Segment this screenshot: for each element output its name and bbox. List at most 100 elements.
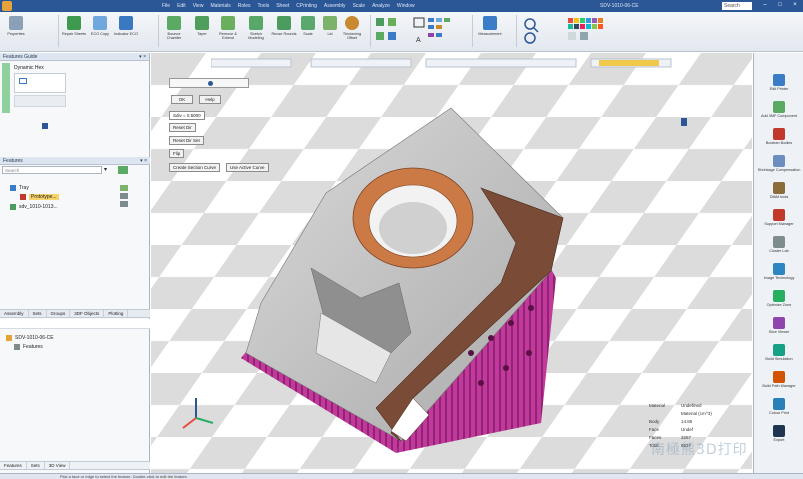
menu-scale[interactable]: Scale: [353, 3, 366, 9]
tree-item-tray[interactable]: Tray: [10, 185, 29, 191]
indicator-icon: [119, 16, 133, 30]
assembly-features[interactable]: Features: [14, 344, 43, 350]
add-3mf-button[interactable]: Add 3MF Component: [756, 100, 802, 122]
info-row: Face Undef: [649, 427, 694, 432]
bounce-chamfer-icon: [167, 16, 181, 30]
app-logo-icon: [2, 1, 12, 11]
scale-icon: [301, 16, 315, 30]
reuse-rounds-button[interactable]: Reuse Rounds: [271, 14, 297, 48]
right-tool-panel: Edit Printer Add 3MF Component Boolean B…: [753, 53, 803, 473]
view-toolbar[interactable]: [211, 58, 691, 68]
menu-sheet[interactable]: Sheet: [276, 3, 289, 9]
left-panel: Features Guide ▾ × Dynamic Hex Features ▾ …: [0, 53, 150, 473]
boolean-bodies-button[interactable]: Boolean Bodies: [756, 127, 802, 149]
tab-3df-objects[interactable]: 3DF Objects: [70, 310, 105, 317]
slider-track[interactable]: [169, 78, 249, 88]
stretch-modeling-button[interactable]: Stretch Modeling: [244, 14, 268, 48]
build-path-button[interactable]: Build Path Manager: [756, 370, 802, 392]
assembly-root[interactable]: SDV-1010-06-CE: [6, 335, 54, 341]
thickening-offset-button[interactable]: Thickening Offset: [340, 14, 364, 48]
edit-printer-button[interactable]: Edit Printer: [756, 73, 802, 95]
document-title: SDV-1010-06-CE: [600, 3, 639, 9]
menu-analyze[interactable]: Analyze: [372, 3, 390, 9]
filter-icon[interactable]: [118, 166, 128, 174]
add-component-icon: [773, 101, 785, 113]
colour-print-button[interactable]: Colour Print: [756, 397, 802, 419]
feature-search-input[interactable]: Search: [2, 166, 102, 174]
sdiv-input[interactable]: Sdiv = 0.5000: [169, 111, 205, 120]
tab-groups[interactable]: Groups: [47, 310, 71, 317]
flip-button[interactable]: Flip: [169, 149, 185, 158]
reset-dir-button[interactable]: Reset Dir: [169, 123, 196, 132]
quick-tools-grid[interactable]: A: [374, 16, 464, 46]
image-technology-button[interactable]: Image Technology: [756, 262, 802, 284]
dfam-button[interactable]: DfAM tools: [756, 181, 802, 203]
menu-file[interactable]: File: [162, 3, 170, 9]
slice-viewer-button[interactable]: Slice Viewer: [756, 316, 802, 338]
tree-item-sdv[interactable]: sdv_1010-1013...: [10, 204, 58, 210]
title-bar: File Edit View Materials Roles Tools She…: [0, 0, 803, 12]
lid-button[interactable]: Lid: [318, 14, 342, 48]
close-button[interactable]: ×: [789, 1, 801, 10]
menu-materials[interactable]: Materials: [210, 3, 230, 9]
remove-extend-button[interactable]: Remove & Extend: [216, 14, 240, 48]
properties-button[interactable]: Properties: [4, 14, 28, 48]
hex-icon: [19, 78, 27, 84]
search-input[interactable]: Search: [722, 2, 752, 10]
scale-button[interactable]: Scale: [296, 14, 320, 48]
ok-button[interactable]: OK: [171, 95, 193, 104]
taper-button[interactable]: Taper: [190, 14, 214, 48]
menu-tools[interactable]: Tools: [258, 3, 270, 9]
menu-assembly[interactable]: Assembly: [324, 3, 346, 9]
cluster-lab-button[interactable]: Cluster Lab: [756, 235, 802, 257]
help-button[interactable]: Help: [199, 95, 221, 104]
color-palette[interactable]: [566, 16, 616, 46]
tab-features[interactable]: Features: [0, 462, 27, 469]
folder-icon: [10, 185, 16, 191]
menu-view[interactable]: View: [193, 3, 204, 9]
support-manager-button[interactable]: Support Manager: [756, 208, 802, 230]
menu-printing[interactable]: CPrinting: [296, 3, 317, 9]
info-row: Body 14.85: [649, 419, 693, 424]
chevron-down-icon[interactable]: ▾: [104, 166, 112, 174]
tab-sets-bottom[interactable]: Sets: [27, 462, 45, 469]
tab-sets[interactable]: Sets: [29, 310, 47, 317]
3d-viewport[interactable]: OK Help Sdiv = 0.5000 Reset Dir Reset Di…: [151, 53, 752, 473]
tab-3d-view[interactable]: 3D View: [45, 462, 71, 469]
boolean-icon: [773, 128, 785, 140]
optimize-zone-button[interactable]: Optimize Zone: [756, 289, 802, 311]
image-icon: [773, 263, 785, 275]
menu-bar: File Edit View Materials Roles Tools She…: [162, 3, 415, 9]
tab-plotting[interactable]: Plotting: [104, 310, 129, 317]
indicator-button[interactable]: Indicator ECO: [114, 14, 138, 48]
bounce-chamfer-button[interactable]: Bounce Chamfer: [162, 14, 186, 48]
measurement-button[interactable]: Measurement: [478, 14, 502, 48]
menu-edit[interactable]: Edit: [177, 3, 186, 9]
export-button[interactable]: Export: [756, 424, 802, 446]
menu-roles[interactable]: Roles: [238, 3, 251, 9]
minimize-button[interactable]: –: [759, 1, 771, 10]
create-section-curve-button[interactable]: Create Section Curve: [169, 163, 221, 172]
dfam-icon: [773, 182, 785, 194]
tab-assembly[interactable]: Assembly: [0, 310, 29, 317]
assembly-icon: [10, 204, 16, 210]
eco-copy-button[interactable]: ECO Copy: [88, 14, 112, 48]
bottom-tabs: Features Sets 3D View: [0, 461, 150, 470]
slider-handle[interactable]: [208, 81, 213, 86]
build-simulation-button[interactable]: Build Simulation: [756, 343, 802, 365]
assembly-search-bar[interactable]: [0, 319, 150, 329]
repair-sheets-button[interactable]: Repair Sheets: [62, 14, 86, 48]
menu-window[interactable]: Window: [397, 3, 415, 9]
status-bar: Pick a face or edge to select the featur…: [0, 473, 803, 479]
dynamic-hex-box[interactable]: [14, 73, 66, 93]
measurement-icon: [483, 16, 497, 30]
visibility-icons[interactable]: [120, 185, 128, 211]
printer-icon: [773, 74, 785, 86]
maximize-button[interactable]: □: [774, 1, 786, 10]
use-active-curve-button[interactable]: Use Active Curve: [226, 163, 269, 172]
shrinkage-icon: [773, 155, 785, 167]
tree-item-prototype[interactable]: Prototype...: [20, 194, 59, 200]
reset-dir-set-button[interactable]: Reset Dir Set: [169, 136, 204, 145]
zoom-tools[interactable]: [522, 16, 552, 46]
shrinkage-button[interactable]: Shrinkage Compensation: [756, 154, 802, 176]
